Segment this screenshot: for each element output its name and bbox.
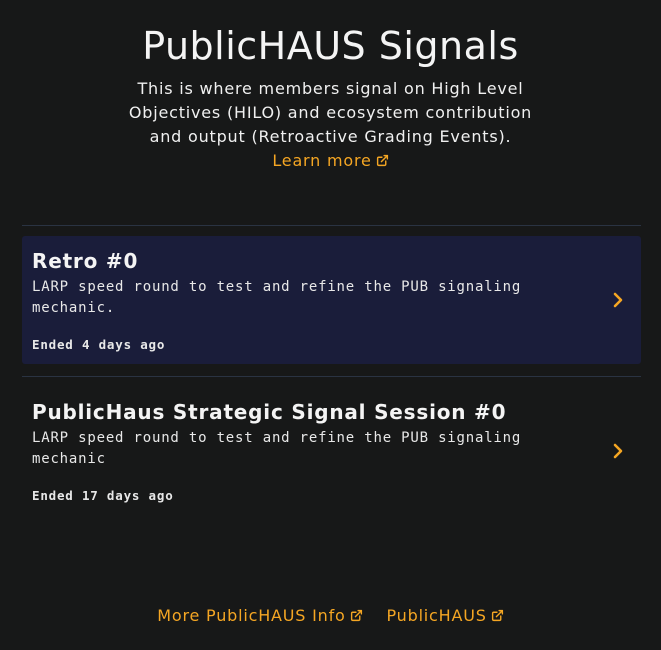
external-link-icon (376, 154, 388, 167)
publichaus-link[interactable]: PublicHAUS (387, 606, 504, 625)
footer-links: More PublicHAUS Info PublicHAUS (0, 604, 661, 628)
signal-description: LARP speed round to test and refine the … (32, 279, 522, 316)
learn-more-label: Learn more (272, 151, 372, 170)
footer-link-label: More PublicHAUS Info (157, 606, 346, 625)
chevron-right-icon (613, 443, 623, 459)
divider (22, 225, 641, 226)
external-link-icon (491, 609, 503, 622)
signals-page: PublicHAUS Signals This is where members… (0, 0, 661, 650)
more-publichaus-info-link[interactable]: More PublicHAUS Info (157, 606, 362, 625)
footer-link-label: PublicHAUS (386, 606, 487, 625)
external-link-icon (350, 609, 362, 622)
learn-more-link[interactable]: Learn more (272, 149, 388, 173)
signal-card-retro-0[interactable]: Retro #0 LARP speed round to test and re… (22, 236, 641, 364)
signal-status: Ended 4 days ago (32, 337, 166, 352)
signal-description: LARP speed round to test and refine the … (32, 430, 522, 467)
signal-title: PublicHaus Strategic Signal Session #0 (32, 400, 507, 424)
chevron-right-icon (613, 292, 623, 308)
signal-card-strategic-session-0[interactable]: PublicHaus Strategic Signal Session #0 L… (22, 387, 641, 515)
page-header: PublicHAUS Signals This is where members… (0, 22, 661, 173)
page-title: PublicHAUS Signals (142, 24, 519, 68)
signal-status: Ended 17 days ago (32, 488, 174, 503)
signal-title: Retro #0 (32, 249, 139, 273)
page-description: This is where members signal on High Lev… (128, 79, 533, 146)
divider (22, 376, 641, 377)
